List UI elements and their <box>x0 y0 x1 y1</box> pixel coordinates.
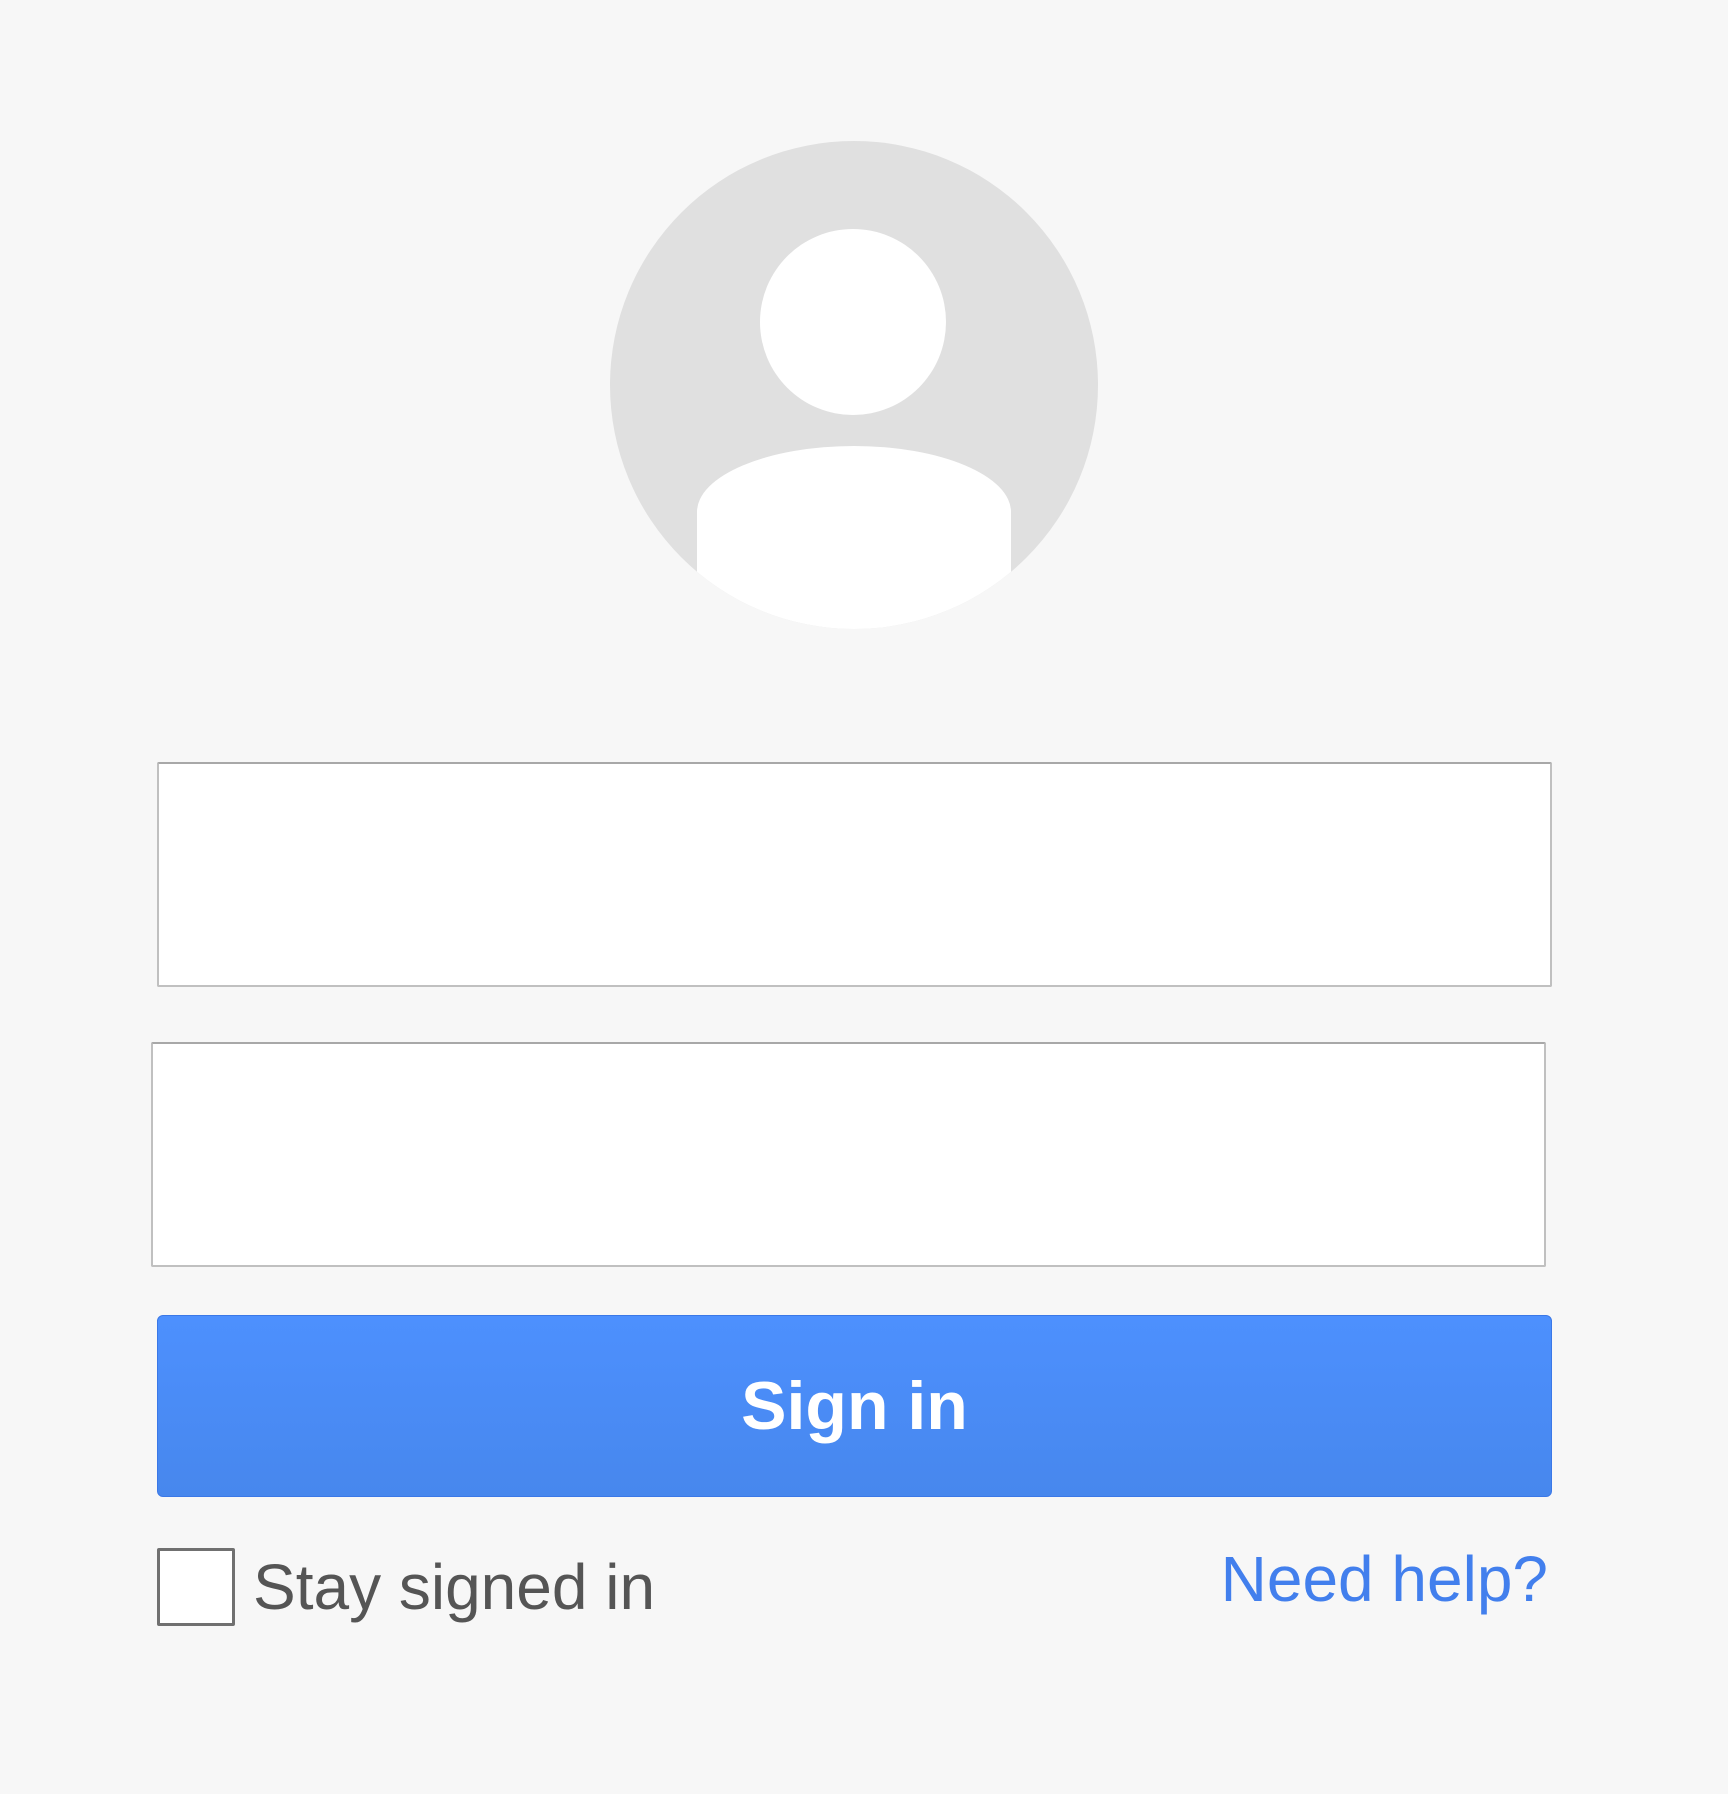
need-help-link[interactable]: Need help? <box>1221 1547 1548 1611</box>
password-field[interactable] <box>151 1042 1546 1267</box>
stay-signed-in-label: Stay signed in <box>253 1551 656 1623</box>
email-field[interactable] <box>157 762 1552 987</box>
avatar-icon <box>610 141 1098 629</box>
stay-signed-in-row: Stay signed in <box>157 1548 655 1626</box>
avatar-head-shape <box>760 229 946 415</box>
stay-signed-in-checkbox[interactable] <box>157 1548 235 1626</box>
sign-in-button[interactable]: Sign in <box>157 1315 1552 1497</box>
avatar-body-shape <box>697 446 1011 629</box>
